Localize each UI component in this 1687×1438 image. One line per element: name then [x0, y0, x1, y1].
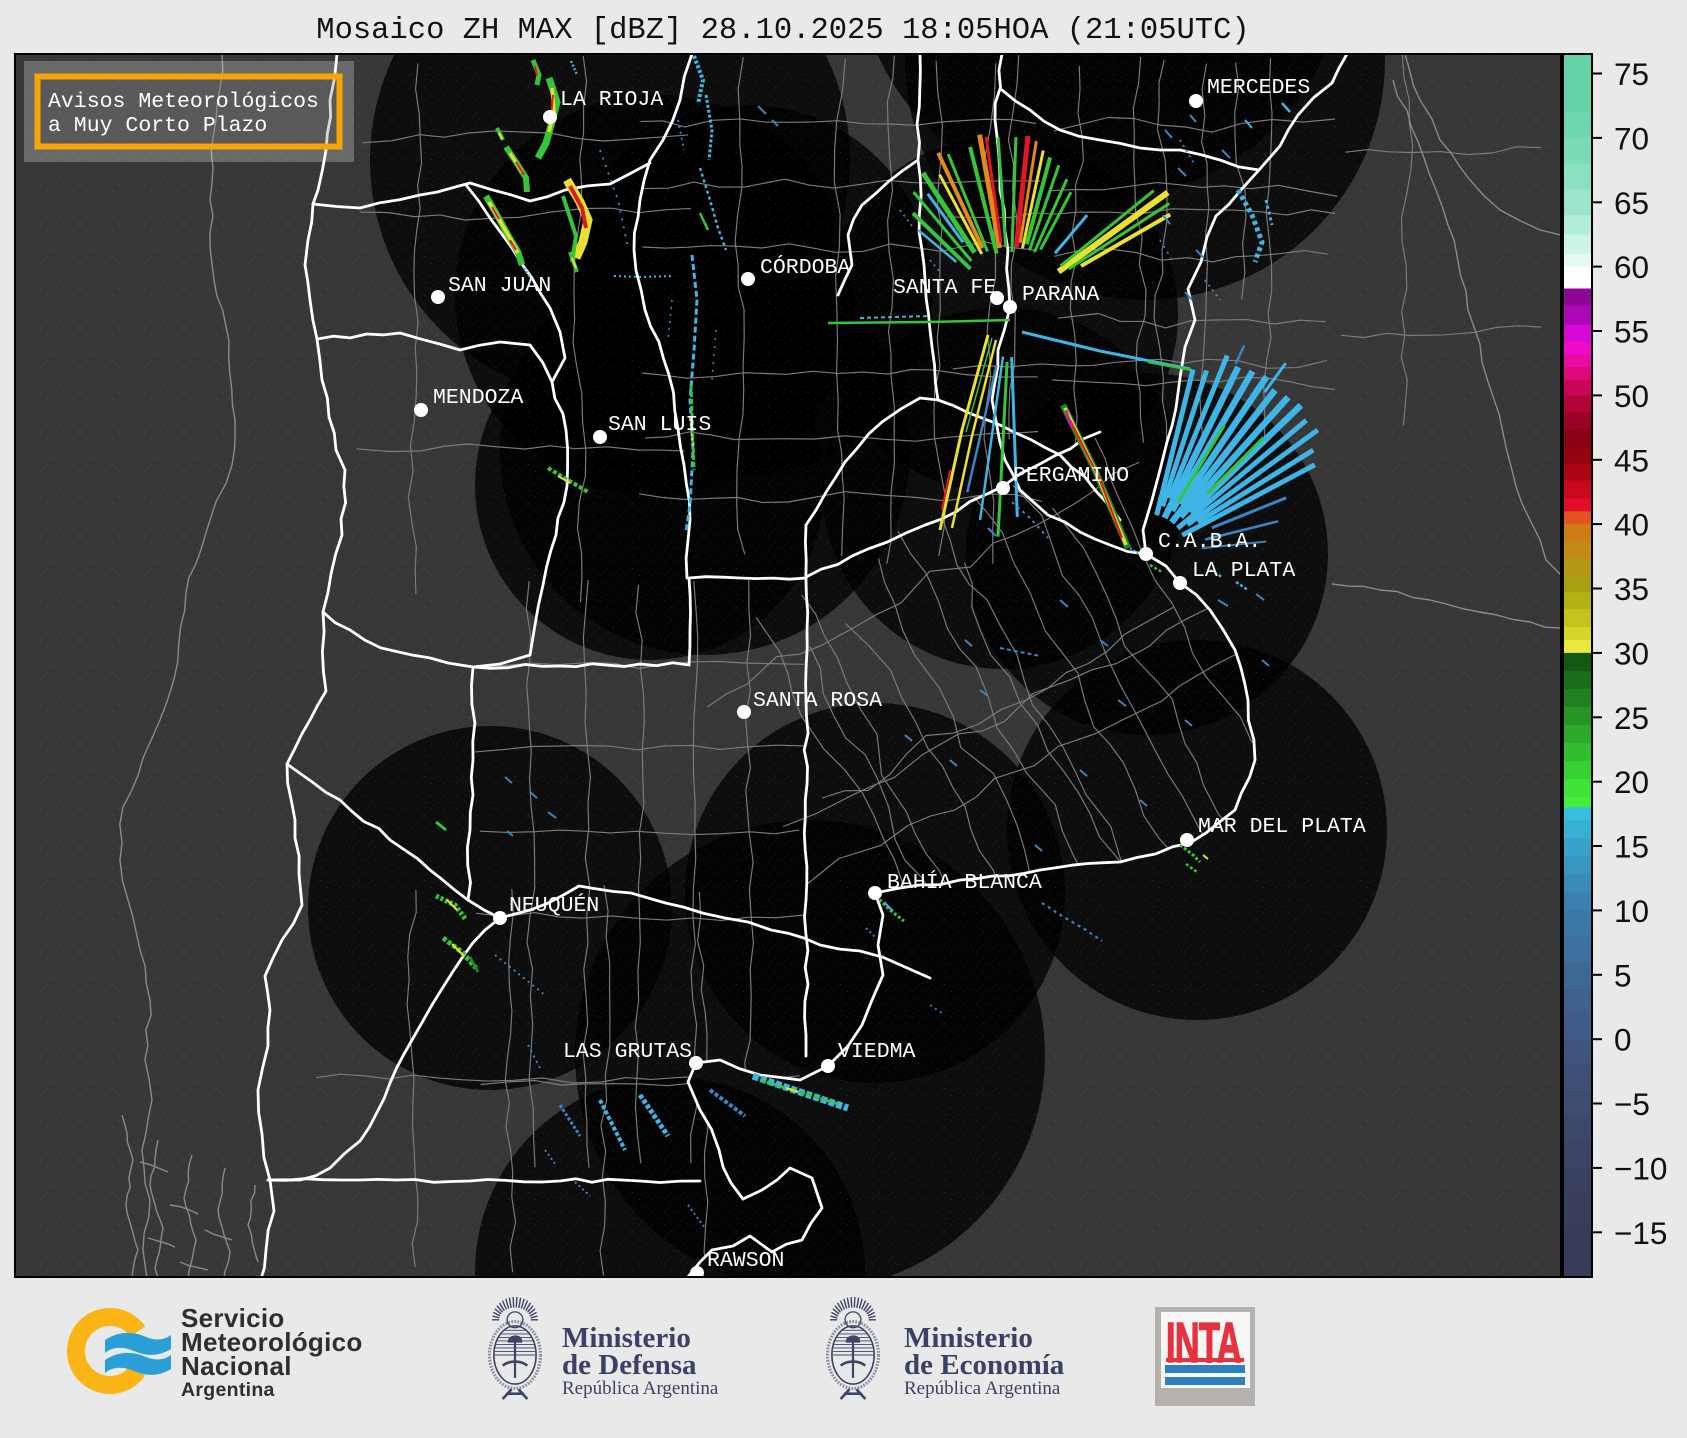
svg-text:MENDOZA: MENDOZA — [433, 386, 523, 410]
svg-text:PERGAMINO: PERGAMINO — [1013, 464, 1129, 488]
svg-text:LA RIOJA: LA RIOJA — [560, 88, 663, 112]
svg-text:de Economía: de Economía — [904, 1349, 1065, 1381]
svg-text:PARANA: PARANA — [1022, 283, 1100, 307]
svg-text:LAS GRUTAS: LAS GRUTAS — [563, 1040, 692, 1064]
svg-text:45: 45 — [1614, 442, 1649, 478]
svg-text:República Argentina: República Argentina — [562, 1378, 719, 1399]
svg-text:55: 55 — [1614, 314, 1649, 350]
svg-text:Nacional: Nacional — [181, 1351, 292, 1381]
svg-text:MERCEDES: MERCEDES — [1207, 76, 1310, 100]
svg-text:SAN JUAN: SAN JUAN — [448, 274, 551, 298]
svg-text:50: 50 — [1614, 378, 1649, 414]
svg-text:40: 40 — [1614, 507, 1649, 543]
svg-text:de Defensa: de Defensa — [562, 1349, 697, 1381]
svg-text:−15: −15 — [1614, 1215, 1667, 1251]
svg-text:60: 60 — [1614, 249, 1649, 285]
svg-text:35: 35 — [1614, 571, 1649, 607]
svg-text:70: 70 — [1614, 120, 1649, 156]
svg-text:10: 10 — [1614, 893, 1649, 929]
svg-text:75: 75 — [1614, 56, 1649, 92]
svg-text:30: 30 — [1614, 635, 1649, 671]
svg-text:SANTA FE: SANTA FE — [893, 276, 996, 300]
svg-text:−10: −10 — [1614, 1150, 1667, 1186]
svg-text:BAHÍA BLANCA: BAHÍA BLANCA — [887, 869, 1042, 895]
svg-text:−5: −5 — [1614, 1086, 1650, 1122]
svg-text:MAR DEL PLATA: MAR DEL PLATA — [1198, 815, 1366, 839]
svg-text:20: 20 — [1614, 764, 1649, 800]
svg-text:República Argentina: República Argentina — [904, 1378, 1061, 1399]
svg-text:25: 25 — [1614, 700, 1649, 736]
svg-text:SAN LUIS: SAN LUIS — [608, 413, 711, 437]
svg-text:5: 5 — [1614, 957, 1632, 993]
svg-text:CÓRDOBA: CÓRDOBA — [760, 254, 850, 280]
svg-text:C.A.B.A.: C.A.B.A. — [1158, 530, 1261, 554]
svg-text:Mosaico ZH MAX [dBZ] 28.10.202: Mosaico ZH MAX [dBZ] 28.10.2025 18:05HOA… — [316, 14, 1249, 48]
svg-text:Argentina: Argentina — [181, 1379, 275, 1401]
svg-text:a Muy Corto Plazo: a Muy Corto Plazo — [48, 114, 267, 138]
svg-text:65: 65 — [1614, 185, 1649, 221]
svg-text:VIEDMA: VIEDMA — [838, 1040, 916, 1064]
svg-text:INTA: INTA — [1166, 1310, 1241, 1374]
svg-text:NEUQUÉN: NEUQUÉN — [509, 892, 599, 918]
svg-text:0: 0 — [1614, 1022, 1632, 1058]
svg-text:15: 15 — [1614, 829, 1649, 865]
svg-text:RAWSON: RAWSON — [707, 1249, 784, 1273]
svg-text:LA PLATA: LA PLATA — [1192, 559, 1295, 583]
svg-text:SANTA ROSA: SANTA ROSA — [753, 689, 882, 713]
svg-text:Avisos Meteorológicos: Avisos Meteorológicos — [48, 90, 319, 114]
